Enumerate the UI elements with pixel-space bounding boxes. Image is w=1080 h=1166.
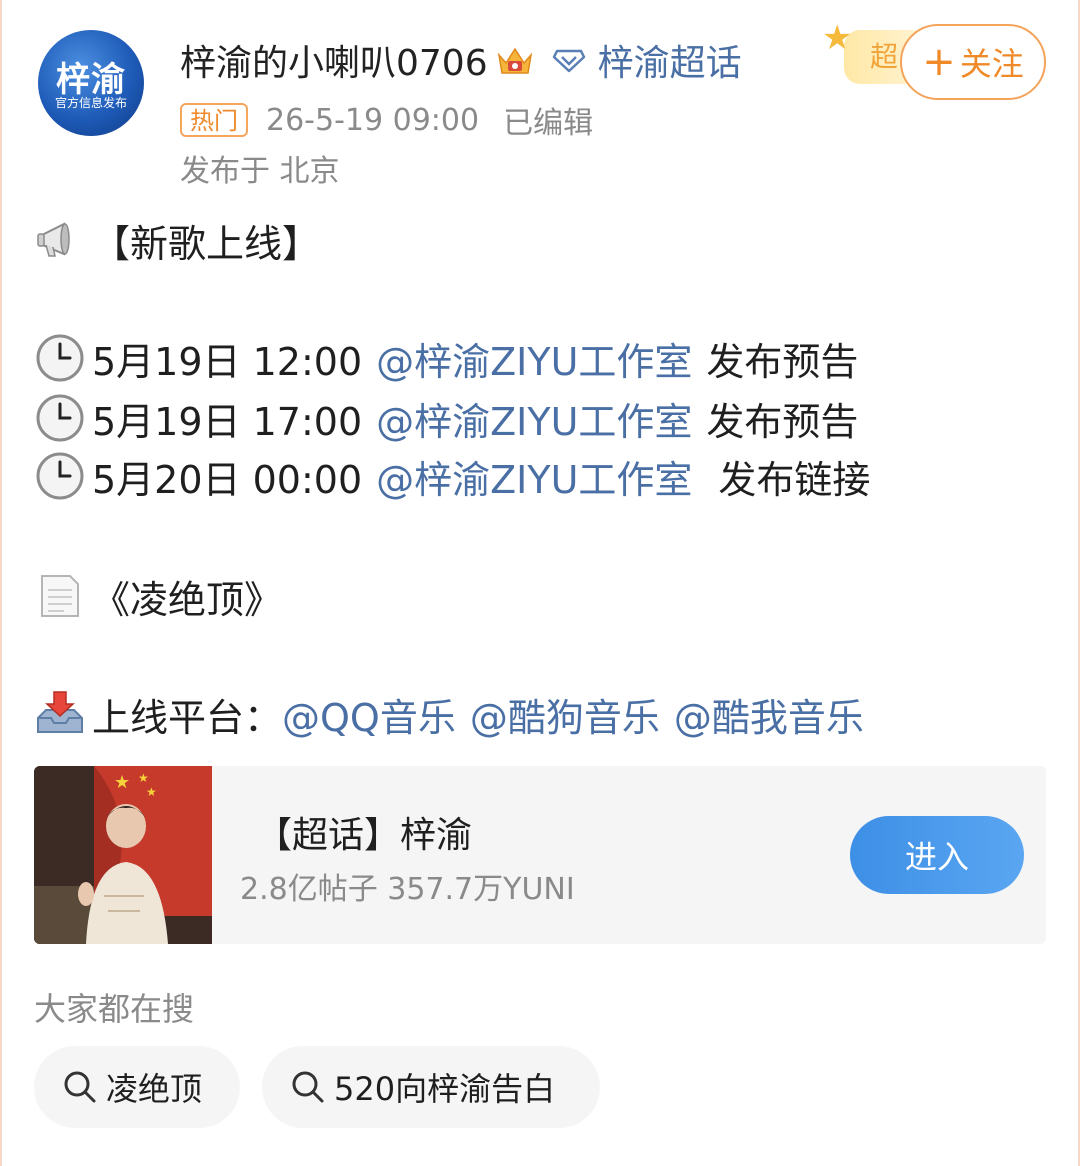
song-title: 《凌绝顶》 — [92, 577, 283, 622]
edited-label[interactable]: 已编辑 — [503, 98, 593, 142]
platform-mention[interactable]: @QQ音乐 — [282, 687, 456, 742]
clock-icon — [36, 334, 84, 382]
svg-text:★: ★ — [138, 771, 149, 785]
schedule-line: 5月19日 17:00 @梓渝ZIYU工作室 发布预告 — [34, 390, 858, 446]
schedule-action: 发布预告 — [706, 399, 859, 444]
search-chip[interactable]: 凌绝顶 — [34, 1046, 240, 1128]
schedule-action: 发布预告 — [706, 339, 859, 384]
post-location: 发布于 北京 — [180, 154, 340, 189]
platform-line: 上线平台： @QQ音乐 @酷狗音乐 @酷我音乐 — [34, 686, 864, 742]
search-chip-label: 凌绝顶 — [106, 1070, 203, 1108]
search-chip-label: 520向梓渝告白 — [334, 1070, 556, 1108]
clock-icon — [36, 452, 84, 500]
headline: 【新歌上线】 — [92, 221, 321, 266]
supertopic-cover-image: ★ ★ ★ — [34, 766, 212, 944]
schedule-date: 5月19日 17:00 — [92, 399, 363, 444]
supertopic-card[interactable]: ★ ★ ★ 【超话】梓渝 2.8亿帖子 357.7万YUNI 进入 — [34, 766, 1046, 944]
song-line: 《凌绝顶》 — [34, 568, 282, 624]
schedule-mention[interactable]: @梓渝ZIYU工作室 — [376, 331, 692, 386]
supertopic-link[interactable]: 梓渝超话 — [598, 34, 742, 86]
schedule-date: 5月20日 00:00 — [92, 457, 363, 502]
platform-mention[interactable]: @酷我音乐 — [674, 687, 864, 742]
schedule-date: 5月19日 12:00 — [92, 339, 363, 384]
schedule-mention[interactable]: @梓渝ZIYU工作室 — [376, 449, 692, 504]
search-chip[interactable]: 520向梓渝告白 — [262, 1046, 600, 1128]
platform-mention[interactable]: @酷狗音乐 — [470, 687, 660, 742]
schedule-line: 5月19日 12:00 @梓渝ZIYU工作室 发布预告 — [34, 330, 858, 386]
search-icon — [64, 1071, 96, 1103]
svg-text:★: ★ — [114, 772, 130, 793]
follow-button[interactable]: + 关注 — [900, 24, 1046, 100]
headline-line: 【新歌上线】 — [34, 212, 320, 268]
page-icon — [41, 575, 79, 617]
post-timestamp: 26-5-19 09:00 — [266, 102, 480, 138]
meta-row: 热门 26-5-19 09:00 已编辑 — [180, 98, 593, 142]
schedule-line: 5月20日 00:00 @梓渝ZIYU工作室 发布链接 — [34, 448, 870, 504]
follow-label: 关注 — [959, 45, 1024, 83]
author-row: 梓渝的小喇叭0706 梓渝超话 — [180, 32, 742, 88]
supertopic-stats: 2.8亿帖子 357.7万YUNI — [240, 872, 575, 907]
avatar[interactable]: 梓渝 官方信息发布 — [38, 30, 144, 136]
schedule-mention[interactable]: @梓渝ZIYU工作室 — [376, 391, 692, 446]
search-heading: 大家都在搜 — [34, 990, 195, 1028]
username[interactable]: 梓渝的小喇叭0706 — [180, 34, 488, 86]
star-icon: ★ — [822, 18, 853, 58]
search-icon — [292, 1071, 324, 1103]
schedule-action: 发布链接 — [718, 457, 871, 502]
clock-icon — [36, 394, 84, 442]
plus-icon: + — [922, 39, 956, 85]
svg-text:★: ★ — [146, 785, 157, 799]
hot-tag: 热门 — [180, 103, 248, 137]
supertopic-title: 【超话】梓渝 — [256, 815, 473, 856]
enter-button[interactable]: 进入 — [850, 816, 1024, 894]
platform-label: 上线平台： — [92, 695, 283, 740]
avatar-subtitle: 官方信息发布 — [54, 96, 127, 110]
crown-icon — [497, 47, 532, 74]
diamond-icon — [552, 49, 585, 73]
inbox-download-icon — [37, 691, 83, 733]
megaphone-icon — [37, 222, 70, 257]
